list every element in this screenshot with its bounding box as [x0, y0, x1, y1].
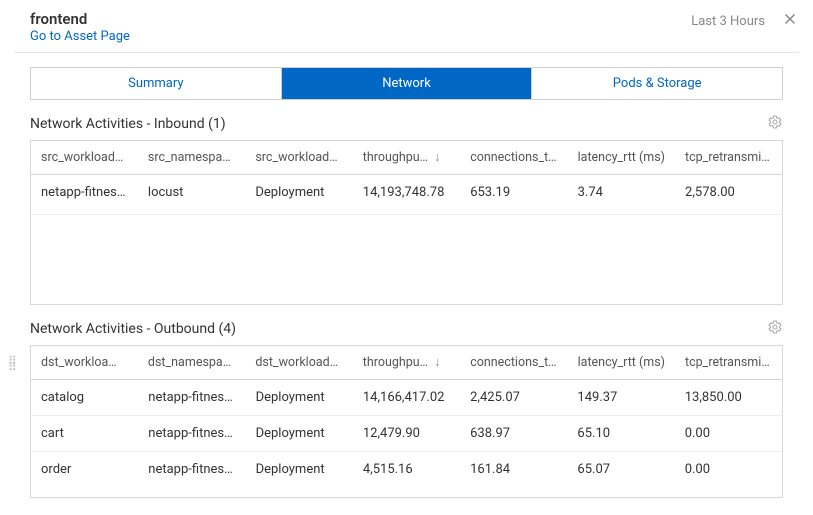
- cell-tcp-retransmit: 0.00: [675, 452, 782, 488]
- table-row[interactable]: cart netapp-fitness-… Deployment 12,479.…: [31, 416, 782, 452]
- col-connections[interactable]: connections_t…: [460, 141, 567, 175]
- cell-tcp-retransmit: 2,578.00: [675, 175, 782, 215]
- col-dst-workload-kind[interactable]: dst_workload_…: [245, 346, 352, 380]
- cell-latency: 65.07: [567, 452, 674, 488]
- table-row[interactable]: order netapp-fitness-… Deployment 4,515.…: [31, 452, 782, 488]
- cell-src-workload-kind: Deployment: [245, 175, 352, 215]
- col-throughput[interactable]: throughpu… ↓: [353, 346, 460, 380]
- col-latency[interactable]: latency_rtt (ms): [568, 141, 675, 175]
- col-dst-workload[interactable]: dst_workloa…: [31, 346, 138, 380]
- sort-desc-icon: ↓: [434, 150, 440, 165]
- cell-throughput: 14,166,417.02: [353, 380, 460, 416]
- table-row[interactable]: netapp-fitnes… locust Deployment 14,193,…: [31, 175, 783, 215]
- cell-tcp-retransmit: 0.00: [675, 416, 782, 452]
- tab-summary[interactable]: Summary: [31, 68, 282, 99]
- col-throughput-label: throughpu…: [363, 150, 428, 165]
- cell-dst-namespace: netapp-fitness-…: [138, 380, 245, 416]
- table-row[interactable]: catalog netapp-fitness-… Deployment 14,1…: [31, 380, 782, 416]
- cell-connections: 653.19: [460, 175, 567, 215]
- cell-dst-workload: order: [31, 452, 138, 488]
- col-tcp-retransmit[interactable]: tcp_retransmit…: [675, 346, 782, 380]
- col-src-namespace[interactable]: src_namespace: [138, 141, 245, 175]
- col-throughput[interactable]: throughpu… ↓: [353, 141, 460, 175]
- inbound-section: Network Activities - Inbound (1) src_wor…: [30, 114, 783, 305]
- page-title: frontend: [30, 10, 130, 28]
- tab-network[interactable]: Network: [282, 68, 533, 99]
- col-latency[interactable]: latency_rtt (ms): [568, 346, 675, 380]
- cell-latency: 3.74: [568, 175, 675, 215]
- col-src-workload-kind[interactable]: src_workload_…: [245, 141, 352, 175]
- cell-throughput: 14,193,748.78: [353, 175, 460, 215]
- tab-bar: Summary Network Pods & Storage: [30, 67, 783, 100]
- asset-page-link[interactable]: Go to Asset Page: [30, 29, 130, 44]
- cell-dst-workload-kind: Deployment: [246, 452, 353, 488]
- col-dst-namespace[interactable]: dst_namespace: [138, 346, 245, 380]
- header-right: Last 3 Hours: [691, 10, 799, 32]
- sort-desc-icon: ↓: [434, 355, 440, 370]
- cell-dst-workload: cart: [31, 416, 138, 452]
- header-divider: [14, 52, 799, 53]
- cell-throughput: 4,515.16: [353, 452, 460, 488]
- header-left: frontend Go to Asset Page: [30, 10, 130, 44]
- outbound-header-row: dst_workloa… dst_namespace dst_workload_…: [31, 346, 783, 380]
- cell-dst-workload-kind: Deployment: [246, 416, 353, 452]
- cell-tcp-retransmit: 13,850.00: [675, 380, 782, 416]
- close-icon[interactable]: [781, 10, 799, 32]
- col-tcp-retransmit[interactable]: tcp_retransmit…: [675, 141, 782, 175]
- panel-header: frontend Go to Asset Page Last 3 Hours: [0, 0, 813, 52]
- drag-handle-icon[interactable]: ⠿⠿: [8, 358, 18, 370]
- cell-dst-namespace: netapp-fitness-…: [138, 416, 245, 452]
- cell-dst-namespace: netapp-fitness-…: [138, 452, 245, 488]
- col-src-workload[interactable]: src_workload…: [31, 141, 138, 175]
- cell-dst-workload-kind: Deployment: [246, 380, 353, 416]
- cell-throughput: 12,479.90: [353, 416, 460, 452]
- cell-src-namespace: locust: [138, 175, 245, 215]
- inbound-title: Network Activities - Inbound (1): [30, 116, 226, 132]
- inbound-table: src_workload… src_namespace src_workload…: [30, 140, 783, 305]
- cell-connections: 2,425.07: [460, 380, 567, 416]
- tab-pods-storage[interactable]: Pods & Storage: [532, 68, 782, 99]
- outbound-head: Network Activities - Outbound (4): [30, 319, 783, 339]
- gear-icon[interactable]: [767, 319, 783, 339]
- outbound-scroll[interactable]: catalog netapp-fitness-… Deployment 14,1…: [30, 380, 783, 498]
- inbound-header-row: src_workload… src_namespace src_workload…: [31, 141, 783, 175]
- cell-src-workload: netapp-fitnes…: [31, 175, 138, 215]
- cell-dst-workload: catalog: [31, 380, 138, 416]
- outbound-title: Network Activities - Outbound (4): [30, 321, 236, 337]
- col-connections[interactable]: connections_t…: [460, 346, 567, 380]
- outbound-table-header: dst_workloa… dst_namespace dst_workload_…: [30, 345, 783, 380]
- inbound-head: Network Activities - Inbound (1): [30, 114, 783, 134]
- time-range-label: Last 3 Hours: [691, 14, 765, 29]
- gear-icon[interactable]: [767, 114, 783, 134]
- outbound-section: Network Activities - Outbound (4) dst_wo…: [30, 319, 783, 498]
- cell-latency: 149.37: [567, 380, 674, 416]
- cell-latency: 65.10: [567, 416, 674, 452]
- outbound-table: catalog netapp-fitness-… Deployment 14,1…: [31, 380, 782, 487]
- col-throughput-label: throughpu…: [363, 355, 428, 370]
- cell-connections: 638.97: [460, 416, 567, 452]
- cell-connections: 161.84: [460, 452, 567, 488]
